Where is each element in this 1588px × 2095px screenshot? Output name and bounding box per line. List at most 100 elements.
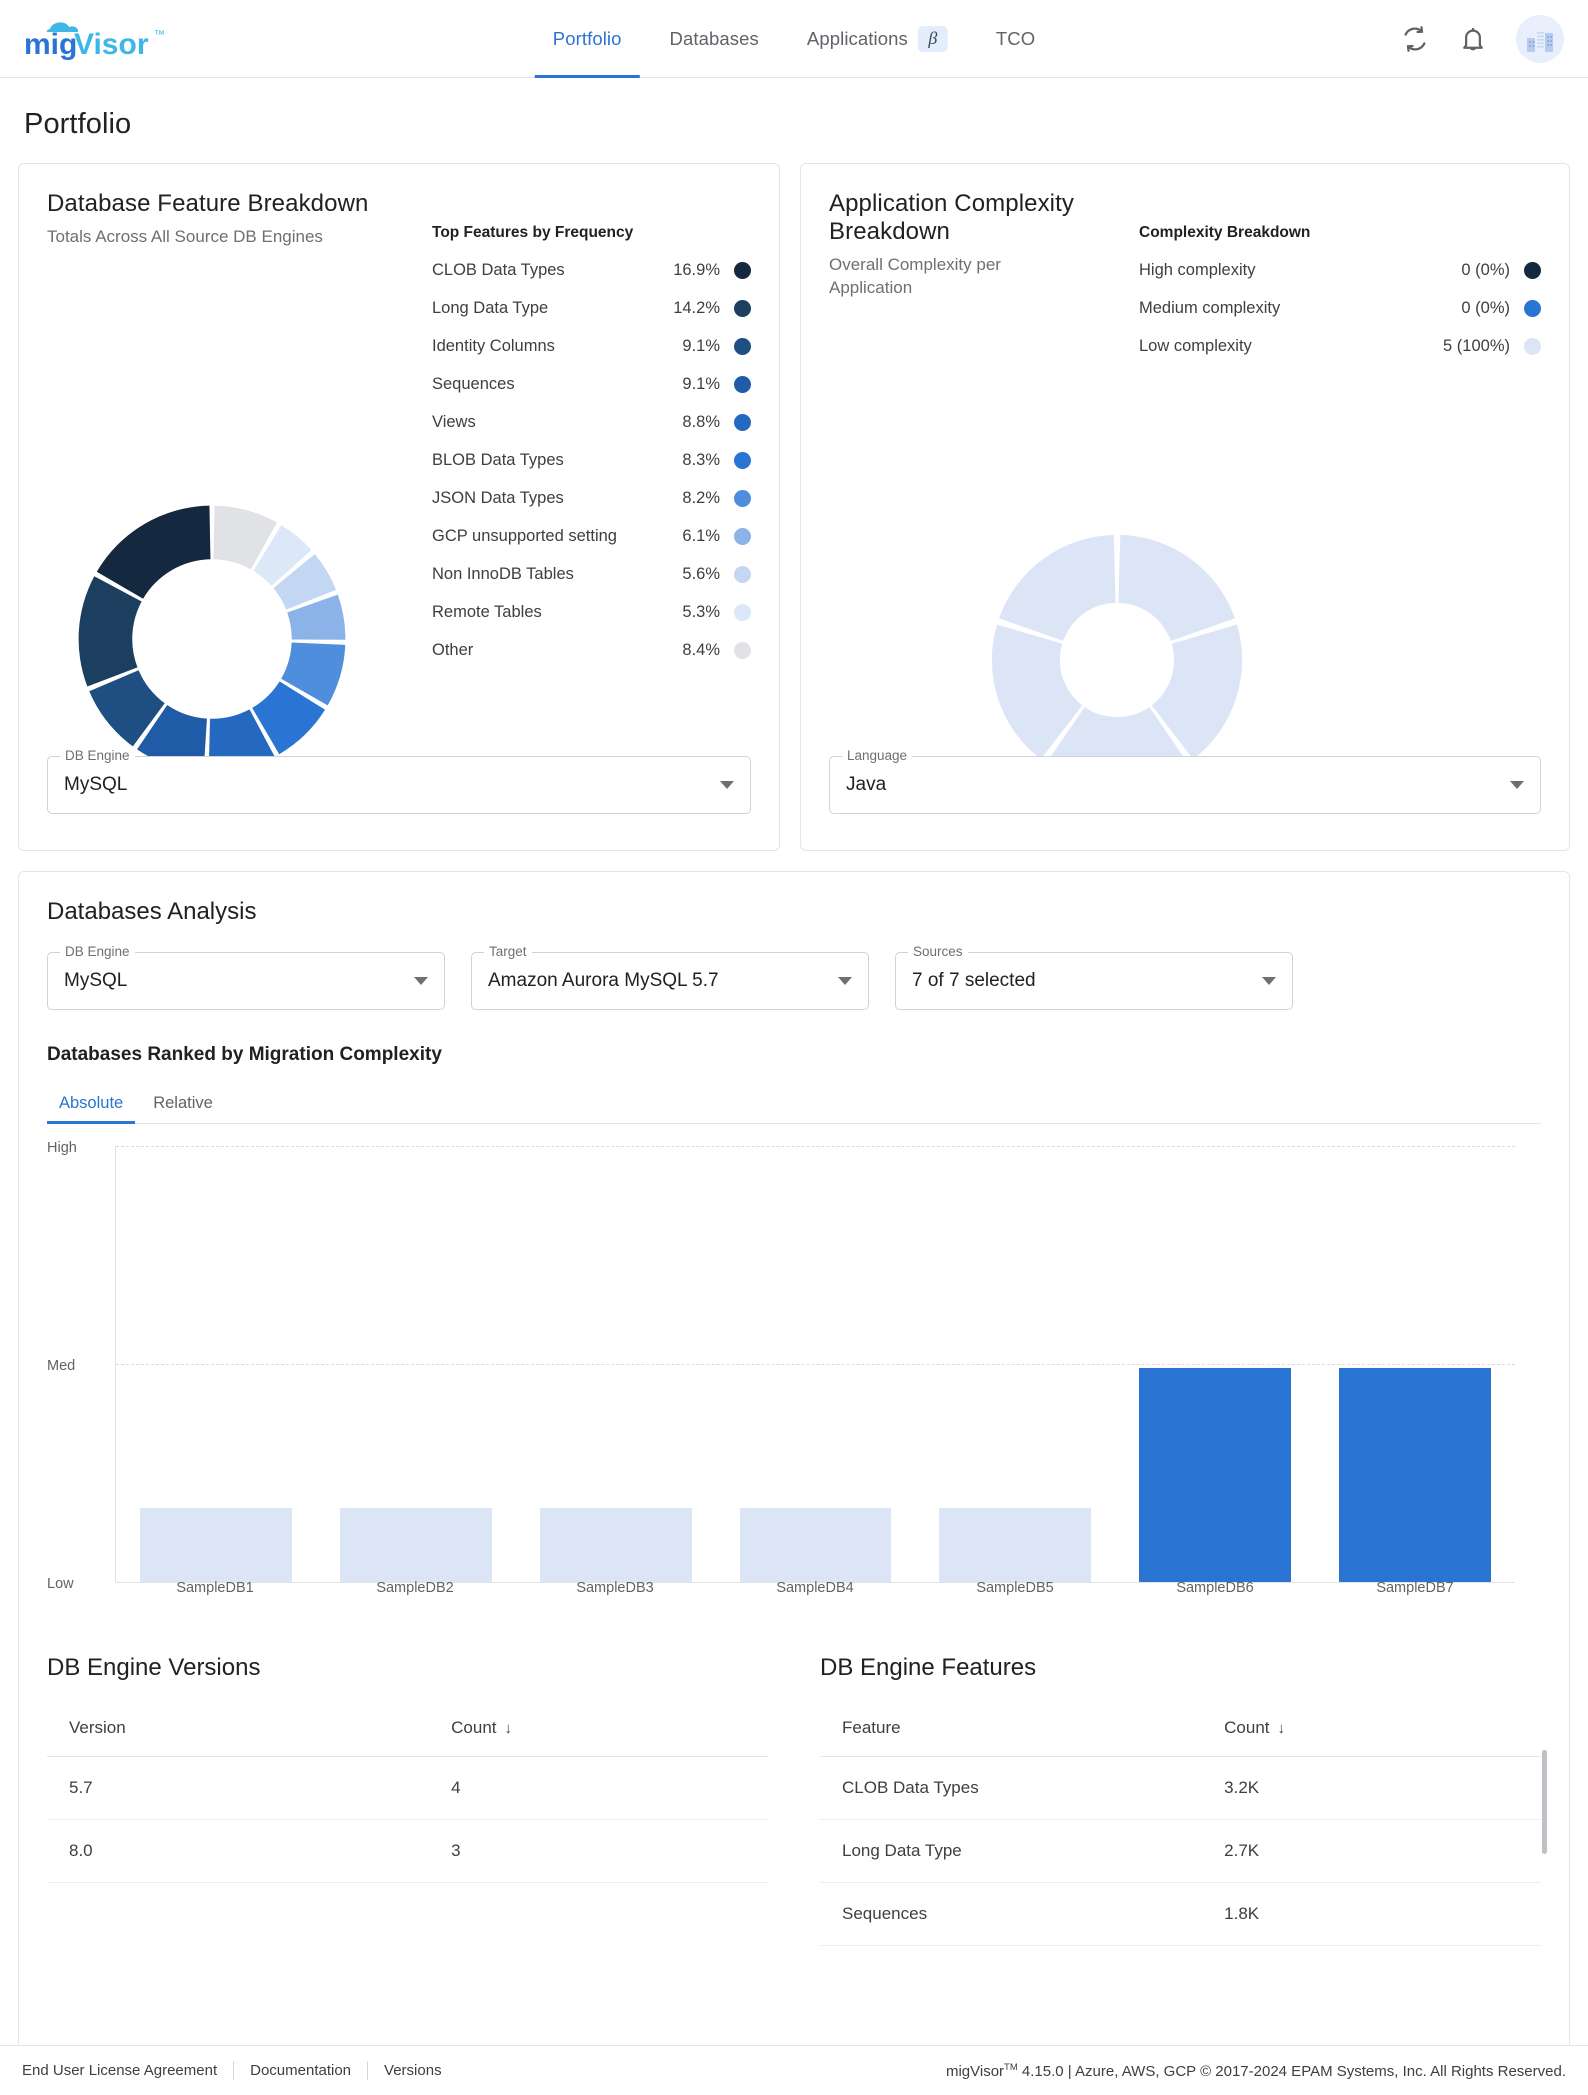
footer-link-documentation[interactable]: Documentation xyxy=(250,2062,351,2079)
legend-color-dot xyxy=(734,528,751,545)
legend-item[interactable]: Identity Columns 9.1% xyxy=(432,337,751,356)
legend-value: 8.8% xyxy=(682,413,720,431)
summary-cards-row: Database Feature Breakdown Totals Across… xyxy=(18,163,1570,851)
legend-color-dot xyxy=(734,566,751,583)
col-header-version-label: Version xyxy=(69,1718,126,1737)
table-row[interactable]: 5.7 4 xyxy=(47,1756,768,1820)
legend-item[interactable]: Other 8.4% xyxy=(432,641,751,660)
footer-tm: TM xyxy=(1004,2061,1018,2073)
legend-color-dot xyxy=(734,262,751,279)
cell-count: 1.8K xyxy=(1202,1882,1541,1946)
cell-feature: CLOB Data Types xyxy=(820,1756,1203,1820)
analysis-target-select[interactable]: Target Amazon Aurora MySQL 5.7 xyxy=(471,944,869,1010)
legend-value: 5.6% xyxy=(682,565,720,583)
legend-label: GCP unsupported setting xyxy=(432,527,617,545)
legend-color-dot xyxy=(734,490,751,507)
col-header-version[interactable]: Version xyxy=(47,1708,430,1757)
chevron-down-icon[interactable] xyxy=(720,781,734,789)
chevron-down-icon[interactable] xyxy=(1510,781,1524,789)
bar-sampledb1[interactable] xyxy=(139,1508,292,1582)
legend-item[interactable]: Remote Tables 5.3% xyxy=(432,603,751,622)
legend-item[interactable]: High complexity 0 (0%) xyxy=(1139,261,1541,280)
feature-legend-title: Top Features by Frequency xyxy=(432,224,634,241)
legend-item[interactable]: GCP unsupported setting 6.1% xyxy=(432,527,751,546)
migvisor-logo[interactable]: mig Visor ™ xyxy=(22,16,172,62)
legend-label: Non InnoDB Tables xyxy=(432,565,574,583)
legend-label: CLOB Data Types xyxy=(432,261,565,279)
nav-label-databases: Databases xyxy=(669,27,759,49)
bar-sampledb4[interactable] xyxy=(739,1508,892,1582)
table-row[interactable]: Sequences 1.8K xyxy=(820,1882,1541,1946)
footer-link-eula[interactable]: End User License Agreement xyxy=(22,2062,217,2079)
chevron-down-icon[interactable] xyxy=(838,977,852,985)
footer-link-versions[interactable]: Versions xyxy=(384,2062,442,2079)
legend-item[interactable]: CLOB Data Types 16.9% xyxy=(432,261,751,280)
legend-value: 6.1% xyxy=(682,527,720,545)
analysis-sources-label: Sources xyxy=(908,944,968,959)
legend-item[interactable]: Views 8.8% xyxy=(432,413,751,432)
bottom-tables-row: DB Engine Versions Version Count ↓ 5.7 4 xyxy=(47,1654,1547,1946)
tab-absolute[interactable]: Absolute xyxy=(47,1086,136,1124)
features-table-scrollbar[interactable] xyxy=(1542,1750,1547,1854)
legend-item[interactable]: Long Data Type 14.2% xyxy=(432,299,751,318)
feature-card-subtitle: Totals Across All Source DB Engines xyxy=(47,227,323,246)
analysis-sources-select[interactable]: Sources 7 of 7 selected xyxy=(895,944,1293,1010)
donut-slice-0[interactable] xyxy=(1118,534,1235,641)
chevron-down-icon[interactable] xyxy=(414,977,428,985)
bar-plot-area xyxy=(115,1146,1515,1583)
footer-copyright: migVisorTM 4.15.0 | Azure, AWS, GCP © 20… xyxy=(946,2062,1566,2080)
legend-item[interactable]: Non InnoDB Tables 5.6% xyxy=(432,565,751,584)
legend-item[interactable]: JSON Data Types 8.2% xyxy=(432,489,751,508)
col-header-feature[interactable]: Feature xyxy=(820,1708,1203,1757)
databases-analysis-panel: Databases Analysis DB Engine MySQL Targe… xyxy=(18,871,1570,2049)
complexity-card-subtitle: Overall Complexity per Application xyxy=(829,255,1001,297)
table-row[interactable]: CLOB Data Types 3.2K xyxy=(820,1756,1541,1820)
tab-relative[interactable]: Relative xyxy=(141,1086,225,1123)
bar-cell xyxy=(716,1146,916,1582)
feature-donut-chart[interactable] xyxy=(67,494,357,789)
bar-sampledb6[interactable] xyxy=(1139,1368,1292,1582)
legend-label: Other xyxy=(432,641,474,659)
legend-item[interactable]: Low complexity 5 (100%) xyxy=(1139,337,1541,356)
donut-slice-4[interactable] xyxy=(999,534,1116,641)
complexity-card-title: Application Complexity Breakdown xyxy=(829,190,1074,245)
bar-sampledb2[interactable] xyxy=(339,1508,492,1582)
analysis-db-engine-select[interactable]: DB Engine MySQL xyxy=(47,944,445,1010)
db-engine-features-section: DB Engine Features Feature Count ↓ CLOB D… xyxy=(820,1654,1547,1946)
nav-item-databases[interactable]: Databases xyxy=(646,0,783,78)
x-label: SampleDB3 xyxy=(576,1580,654,1596)
nav-item-tco[interactable]: TCO xyxy=(972,0,1059,78)
legend-value: 14.2% xyxy=(673,299,720,317)
nav-item-portfolio[interactable]: Portfolio xyxy=(529,0,646,78)
legend-item[interactable]: BLOB Data Types 8.3% xyxy=(432,451,751,470)
legend-color-dot xyxy=(734,604,751,621)
language-select[interactable]: Language Java xyxy=(829,748,1541,814)
donut-slice-10[interactable] xyxy=(96,505,211,599)
beta-badge: β xyxy=(917,25,948,52)
table-row[interactable]: Long Data Type 2.7K xyxy=(820,1819,1541,1883)
bar-sampledb7[interactable] xyxy=(1339,1368,1492,1582)
col-header-feature-label: Feature xyxy=(842,1718,901,1737)
legend-label: Identity Columns xyxy=(432,337,555,355)
table-row[interactable]: 8.0 3 xyxy=(47,1819,768,1883)
cell-version: 5.7 xyxy=(47,1756,430,1820)
bar-cell xyxy=(915,1146,1115,1582)
legend-item[interactable]: Sequences 9.1% xyxy=(432,375,751,394)
x-label: SampleDB2 xyxy=(376,1580,454,1596)
col-header-count[interactable]: Count ↓ xyxy=(1202,1708,1541,1757)
col-header-count[interactable]: Count ↓ xyxy=(429,1708,768,1757)
bar-sampledb5[interactable] xyxy=(939,1508,1092,1582)
migration-complexity-bar-chart[interactable]: High Med Low SampleDB1 SampleDB2 SampleD… xyxy=(47,1140,1541,1596)
legend-item[interactable]: Medium complexity 0 (0%) xyxy=(1139,299,1541,318)
legend-color-dot xyxy=(734,452,751,469)
bell-icon[interactable] xyxy=(1458,24,1488,54)
bar-sampledb3[interactable] xyxy=(539,1508,692,1582)
nav-item-applications[interactable]: Applications β xyxy=(783,0,972,78)
x-label: SampleDB1 xyxy=(176,1580,254,1596)
refresh-icon[interactable] xyxy=(1400,24,1430,54)
chevron-down-icon[interactable] xyxy=(1262,977,1276,985)
db-engine-select[interactable]: DB Engine MySQL xyxy=(47,748,751,814)
donut-slice-9[interactable] xyxy=(78,576,142,687)
legend-color-dot xyxy=(734,376,751,393)
company-avatar[interactable] xyxy=(1516,15,1564,63)
